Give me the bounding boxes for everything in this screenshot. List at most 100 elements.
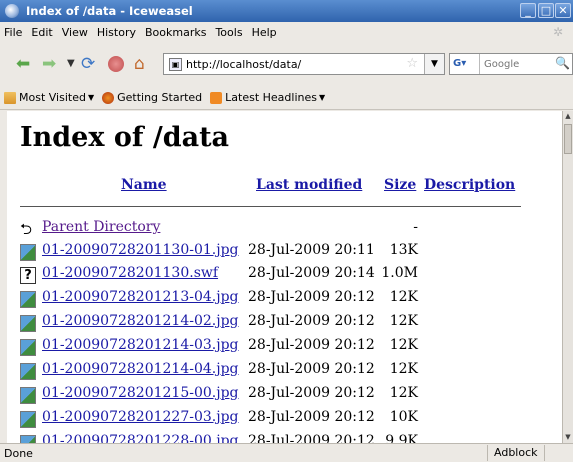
scroll-down-icon[interactable]: ▼ — [563, 432, 573, 443]
file-link[interactable]: 01-20090728201214-04.jpg — [42, 361, 239, 377]
file-link[interactable]: 01-20090728201228-00.jpg — [42, 433, 239, 443]
rss-icon — [210, 91, 223, 104]
file-size: 12K — [389, 361, 418, 377]
url-bar[interactable]: ▣ ☆ ▼ — [163, 53, 445, 75]
menu-edit[interactable]: Edit — [31, 26, 52, 39]
table-row: 01-20090728201214-04.jpg 28-Jul-2009 20:… — [20, 361, 540, 381]
image-file-icon — [20, 363, 36, 380]
bookmark-label: Latest Headlines — [225, 91, 317, 104]
file-link[interactable]: 01-20090728201227-03.jpg — [42, 409, 239, 425]
chevron-down-icon: ▼ — [319, 93, 326, 102]
search-icon[interactable]: 🔍 — [555, 56, 570, 70]
search-engine-selector[interactable]: G▾ — [450, 54, 480, 74]
table-row: 01-20090728201214-02.jpg 28-Jul-2009 20:… — [20, 313, 540, 333]
table-row: ? 01-20090728201130.swf 28-Jul-2009 20:1… — [20, 265, 540, 285]
maximize-button[interactable]: □ — [538, 3, 554, 18]
vertical-scrollbar[interactable]: ▲ ▼ — [562, 111, 573, 443]
parent-directory-link[interactable]: Parent Directory — [42, 219, 160, 235]
file-link[interactable]: 01-20090728201215-00.jpg — [42, 385, 239, 401]
last-modified: 28-Jul-2009 20:12 — [248, 289, 375, 305]
file-size: 1.0M — [381, 265, 418, 281]
image-file-icon — [20, 435, 36, 443]
file-size: 12K — [389, 385, 418, 401]
last-modified: 28-Jul-2009 20:11 — [248, 242, 375, 258]
close-button[interactable]: ✕ — [555, 3, 571, 18]
file-link[interactable]: 01-20090728201213-04.jpg — [42, 289, 239, 305]
home-button[interactable]: ⌂ — [134, 54, 145, 74]
title-bar: Index of /data - Iceweasel _ □ ✕ — [0, 0, 573, 22]
firefox-icon — [102, 91, 115, 104]
image-file-icon — [20, 244, 36, 261]
table-row: 01-20090728201228-00.jpg 28-Jul-2009 20:… — [20, 433, 540, 443]
file-size: 10K — [389, 409, 418, 425]
bookmark-latest-headlines[interactable]: Latest Headlines ▼ — [210, 91, 325, 104]
table-row: 01-20090728201130-01.jpg 28-Jul-2009 20:… — [20, 242, 540, 262]
last-modified: 28-Jul-2009 20:12 — [248, 337, 375, 353]
menu-bar: File Edit View History Bookmarks Tools H… — [0, 22, 573, 42]
last-modified: 28-Jul-2009 20:12 — [248, 361, 375, 377]
column-header-last-modified[interactable]: Last modified — [256, 177, 362, 193]
page-title: Index of /data — [20, 122, 230, 153]
stop-button[interactable] — [106, 54, 126, 74]
page-content: Index of /data Name Last modified Size D… — [7, 111, 562, 443]
file-size: 13K — [389, 242, 418, 258]
file-size: 9.9K — [385, 433, 418, 443]
forward-button[interactable]: ➡ — [42, 54, 56, 74]
parent-directory-row: ⮌ Parent Directory - — [20, 219, 540, 239]
navigation-toolbar: ⬅ ➡ ▼ ⟳ ⌂ ▣ ☆ ▼ G▾ 🔍 — [0, 42, 573, 86]
back-button[interactable]: ⬅ — [16, 54, 30, 74]
bookmark-label: Getting Started — [117, 91, 203, 104]
menu-help[interactable]: Help — [252, 26, 277, 39]
history-dropdown-icon[interactable]: ▼ — [67, 54, 75, 74]
search-box[interactable]: G▾ 🔍 — [449, 53, 573, 75]
back-icon: ⮌ — [20, 220, 33, 238]
last-modified: 28-Jul-2009 20:12 — [248, 433, 375, 443]
scrollbar-thumb[interactable] — [564, 124, 572, 154]
image-file-icon — [20, 387, 36, 404]
folder-icon — [4, 91, 16, 104]
image-file-icon — [20, 411, 36, 428]
file-link[interactable]: 01-20090728201130-01.jpg — [42, 242, 239, 258]
menu-file[interactable]: File — [4, 26, 22, 39]
url-dropdown-icon[interactable]: ▼ — [424, 54, 444, 74]
site-icon: ▣ — [169, 57, 182, 71]
table-row: 01-20090728201214-03.jpg 28-Jul-2009 20:… — [20, 337, 540, 357]
file-link[interactable]: 01-20090728201214-02.jpg — [42, 313, 239, 329]
adblock-button[interactable]: Adblock — [487, 445, 545, 461]
bookmark-star-icon[interactable]: ☆ — [406, 56, 418, 71]
column-header-description[interactable]: Description — [424, 177, 515, 193]
image-file-icon — [20, 339, 36, 356]
bookmark-label: Most Visited — [19, 91, 86, 104]
table-row: 01-20090728201215-00.jpg 28-Jul-2009 20:… — [20, 385, 540, 405]
google-icon: G — [453, 58, 462, 69]
image-file-icon — [20, 315, 36, 332]
reload-button[interactable]: ⟳ — [81, 54, 95, 74]
table-row: 01-20090728201213-04.jpg 28-Jul-2009 20:… — [20, 289, 540, 309]
last-modified: 28-Jul-2009 20:12 — [248, 409, 375, 425]
file-link[interactable]: 01-20090728201130.swf — [42, 265, 218, 281]
window-title: Index of /data - Iceweasel — [26, 4, 193, 18]
url-input[interactable] — [186, 57, 386, 71]
bookmark-getting-started[interactable]: Getting Started — [102, 91, 202, 104]
menu-history[interactable]: History — [97, 26, 136, 39]
menu-bookmarks[interactable]: Bookmarks — [145, 26, 206, 39]
file-size: - — [413, 219, 418, 235]
throbber-icon: ✲ — [553, 25, 564, 39]
bookmark-most-visited[interactable]: Most Visited ▼ — [4, 91, 94, 104]
menu-view[interactable]: View — [62, 26, 88, 39]
search-input[interactable] — [484, 58, 554, 70]
scroll-up-icon[interactable]: ▲ — [563, 111, 573, 122]
last-modified: 28-Jul-2009 20:12 — [248, 385, 375, 401]
image-file-icon — [20, 291, 36, 308]
menu-tools[interactable]: Tools — [215, 26, 242, 39]
header-divider — [20, 206, 521, 207]
stop-icon — [108, 56, 124, 72]
file-size: 12K — [389, 337, 418, 353]
column-header-name[interactable]: Name — [121, 177, 167, 193]
minimize-button[interactable]: _ — [520, 3, 536, 18]
column-header-size[interactable]: Size — [384, 177, 416, 193]
bookmarks-toolbar: Most Visited ▼ Getting Started Latest He… — [0, 86, 573, 110]
file-link[interactable]: 01-20090728201214-03.jpg — [42, 337, 239, 353]
status-text: Done — [4, 446, 33, 460]
last-modified: 28-Jul-2009 20:12 — [248, 313, 375, 329]
